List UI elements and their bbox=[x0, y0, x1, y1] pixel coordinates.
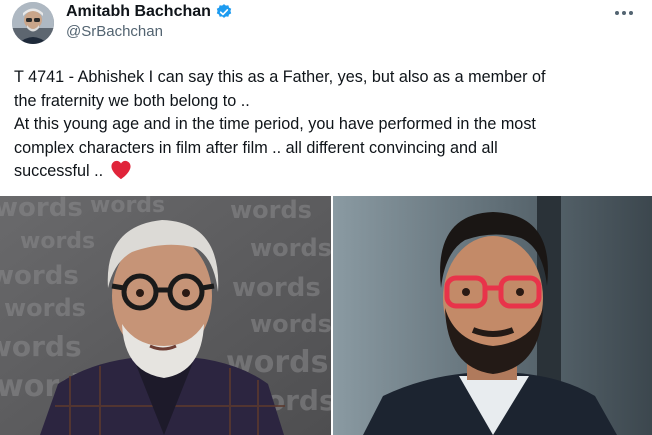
tweet-text-line: the fraternity we both belong to .. bbox=[14, 91, 250, 110]
tweet-text-line-last: successful .. bbox=[14, 162, 108, 180]
author-handle[interactable]: @SrBachchan bbox=[66, 23, 233, 40]
more-options-icon[interactable] bbox=[610, 4, 638, 22]
red-heart-icon bbox=[110, 160, 132, 180]
tweet-text-line: successful .. bbox=[14, 160, 642, 184]
verified-badge-icon bbox=[215, 3, 233, 21]
photo-abhishek[interactable] bbox=[333, 196, 652, 435]
watermark-text: words bbox=[20, 229, 95, 254]
tweet-text-line: complex characters in film after film ..… bbox=[14, 138, 498, 157]
watermark-text: words bbox=[0, 330, 82, 363]
watermark-text: words bbox=[232, 273, 321, 303]
watermark-text: words bbox=[4, 294, 86, 322]
author-avatar[interactable] bbox=[12, 2, 54, 44]
watermark-text: words bbox=[250, 310, 331, 338]
tweet-text-line: T 4741 - Abhishek I can say this as a Fa… bbox=[14, 68, 546, 86]
watermark-text: words bbox=[230, 196, 312, 224]
tweet-text-line: At this young age and in the time period… bbox=[14, 115, 536, 133]
watermark-text: words bbox=[250, 234, 331, 262]
watermark-text: words bbox=[0, 261, 79, 291]
tweet-card[interactable]: Amitabh Bachchan @SrBachchan T 4741 - Ab… bbox=[0, 0, 652, 435]
watermark-text: words bbox=[0, 196, 83, 223]
author-block: Amitabh Bachchan @SrBachchan bbox=[66, 1, 233, 40]
photo-amitabh[interactable]: words words words words words words word… bbox=[0, 196, 331, 435]
watermark-text: words bbox=[90, 196, 165, 218]
author-display-name[interactable]: Amitabh Bachchan bbox=[66, 3, 211, 21]
tweet-media[interactable]: words words words words words words word… bbox=[0, 196, 652, 435]
tweet-text: T 4741 - Abhishek I can say this as a Fa… bbox=[14, 66, 642, 184]
